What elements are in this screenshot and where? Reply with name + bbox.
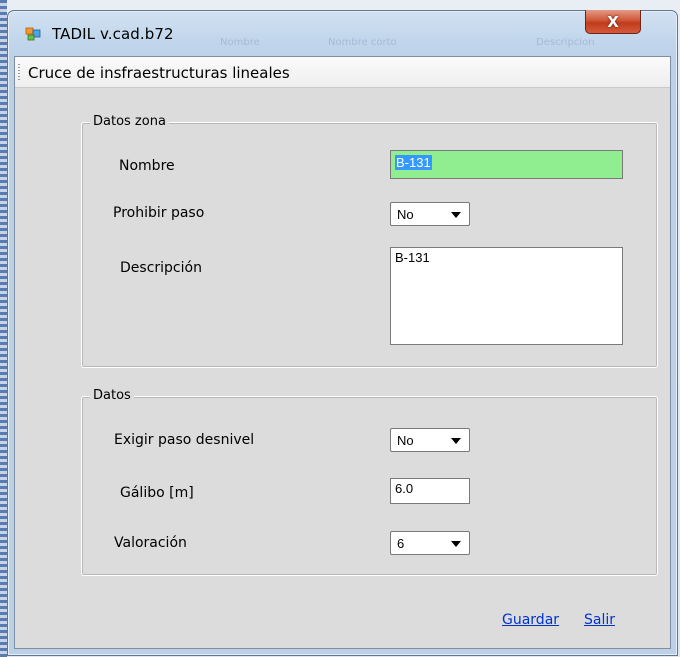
- exigir-paso-desnivel-label: Exigir paso desnivel: [114, 432, 255, 448]
- nombre-value: B-131: [395, 155, 432, 170]
- descripcion-textarea[interactable]: B-131: [390, 247, 623, 345]
- valoracion-label: Valoración: [114, 535, 187, 551]
- guardar-link[interactable]: Guardar: [502, 612, 559, 628]
- prohibir-paso-label: Prohibir paso: [113, 205, 205, 221]
- app-window-icon: [25, 27, 41, 41]
- prohibir-paso-select[interactable]: No: [390, 202, 470, 226]
- galibo-field[interactable]: 6.0: [390, 478, 470, 504]
- background-window-edge: [0, 0, 7, 657]
- descripcion-value: B-131: [395, 250, 430, 265]
- descripcion-label: Descripción: [120, 260, 202, 276]
- dialog-window: TADIL v.cad.b72 Nombre Nombre corto Desc…: [7, 10, 678, 656]
- valoracion-select[interactable]: 6: [390, 531, 470, 555]
- valoracion-value: 6: [397, 536, 405, 551]
- form-client-area: Cruce de insfraestructuras lineales Dato…: [14, 56, 671, 649]
- salir-link[interactable]: Salir: [584, 612, 615, 628]
- nombre-field[interactable]: B-131: [390, 150, 623, 179]
- galibo-value: 6.0: [395, 481, 414, 496]
- chevron-down-icon: [451, 438, 461, 444]
- chevron-down-icon: [451, 212, 461, 218]
- background-ghost-text: Nombre corto: [328, 37, 397, 48]
- background-ghost-text: Nombre: [220, 37, 260, 48]
- datos-legend: Datos: [90, 388, 134, 403]
- galibo-label: Gálibo [m]: [120, 485, 194, 501]
- close-icon: X: [607, 12, 619, 31]
- close-button[interactable]: X: [585, 10, 641, 34]
- exigir-paso-desnivel-select[interactable]: No: [390, 428, 470, 452]
- exigir-paso-desnivel-value: No: [397, 433, 414, 448]
- background-ghost-text: Descripcion: [536, 37, 595, 48]
- prohibir-paso-value: No: [397, 207, 414, 222]
- window-title: TADIL v.cad.b72: [52, 25, 174, 43]
- form-subtitle: Cruce de insfraestructuras lineales: [28, 64, 290, 82]
- form-header-strip: Cruce de insfraestructuras lineales: [15, 57, 670, 88]
- grip-handle: [18, 64, 20, 80]
- datos-zona-legend: Datos zona: [90, 114, 169, 129]
- chevron-down-icon: [451, 541, 461, 547]
- nombre-label: Nombre: [119, 158, 175, 174]
- title-bar[interactable]: TADIL v.cad.b72 Nombre Nombre corto Desc…: [8, 10, 677, 55]
